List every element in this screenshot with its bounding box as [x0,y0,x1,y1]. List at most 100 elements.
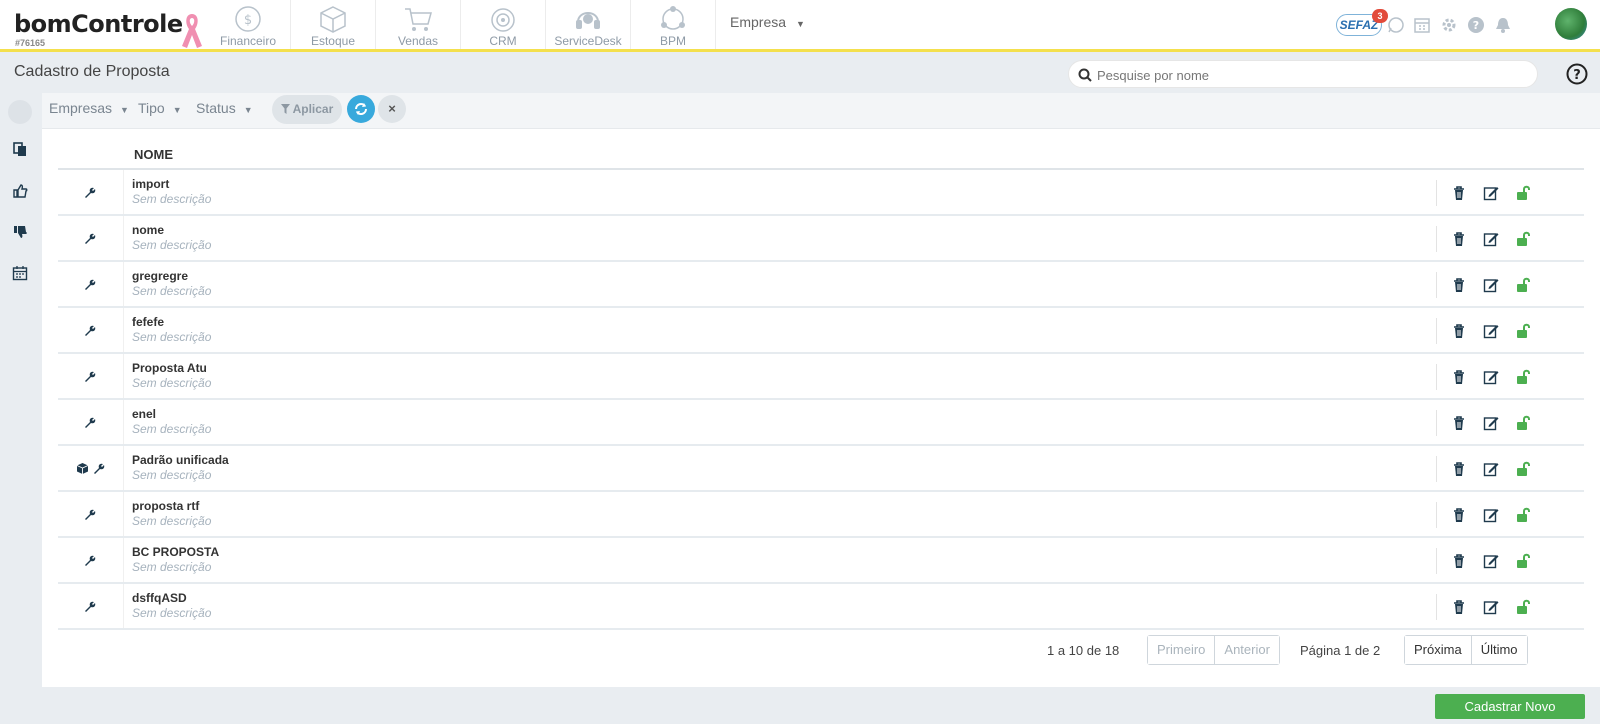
page-help-icon[interactable]: ? [1566,63,1588,85]
row-name[interactable]: dsffqASD [132,591,187,605]
row-name[interactable]: proposta rtf [132,499,199,513]
row-name[interactable]: Padrão unificada [132,453,229,467]
module-financeiro[interactable]: $ Financeiro [206,0,291,49]
edit-icon[interactable] [1483,323,1499,339]
table-row[interactable]: proposta rtf Sem descrição [58,492,1584,538]
previous-page-button[interactable]: Anterior [1215,636,1279,664]
edit-icon[interactable] [1483,599,1499,615]
unlock-icon[interactable] [1515,277,1531,293]
calendar-icon[interactable] [12,265,28,281]
table-row[interactable]: nome Sem descrição [58,216,1584,262]
gear-icon[interactable] [1440,16,1458,34]
trash-icon[interactable] [1451,231,1467,247]
row-name[interactable]: import [132,177,169,191]
table-row[interactable]: gregregre Sem descrição [58,262,1584,308]
unlock-icon[interactable] [1515,231,1531,247]
thumbs-down-icon[interactable] [12,224,28,240]
user-avatar[interactable] [1555,8,1587,40]
copy-icon[interactable] [12,141,28,157]
row-name[interactable]: BC PROPOSTA [132,545,219,559]
trash-icon[interactable] [1451,185,1467,201]
row-name[interactable]: fefefe [132,315,164,329]
unlock-icon[interactable] [1515,415,1531,431]
brand-logo[interactable]: bomControle #76165 [14,10,183,48]
trash-icon[interactable] [1451,599,1467,615]
trash-icon[interactable] [1451,553,1467,569]
filter-status[interactable]: Status ▼ [196,100,253,116]
calendar-icon[interactable] [1413,16,1431,34]
module-crm[interactable]: CRM [461,0,546,49]
module-estoque[interactable]: Estoque [291,0,376,49]
unlock-icon[interactable] [1515,599,1531,615]
filter-tipo[interactable]: Tipo ▼ [138,100,182,116]
edit-icon[interactable] [1483,185,1499,201]
edit-icon[interactable] [1483,507,1499,523]
unlock-icon[interactable] [1515,461,1531,477]
wrench-icon[interactable] [93,462,106,475]
trash-icon[interactable] [1451,461,1467,477]
row-name[interactable]: nome [132,223,164,237]
wrench-icon[interactable] [84,232,97,245]
last-page-button[interactable]: Último [1471,636,1527,664]
search-input[interactable] [1097,65,1517,85]
module-vendas[interactable]: Vendas [376,0,461,49]
row-type-icons [58,446,124,490]
back-button[interactable] [8,100,32,124]
wrench-icon[interactable] [84,186,97,199]
unlock-icon[interactable] [1515,369,1531,385]
clear-filter-button[interactable]: × [378,95,406,123]
wrench-icon[interactable] [84,508,97,521]
filter-label: Status [196,100,236,116]
bell-icon[interactable] [1494,16,1512,34]
wrench-icon[interactable] [84,324,97,337]
row-name[interactable]: enel [132,407,156,421]
whatsapp-icon[interactable] [1387,16,1405,34]
trash-icon[interactable] [1451,323,1467,339]
module-servicedesk[interactable]: ServiceDesk [546,0,631,49]
row-name[interactable]: gregregre [132,269,188,283]
trash-icon[interactable] [1451,415,1467,431]
trash-icon[interactable] [1451,507,1467,523]
edit-icon[interactable] [1483,461,1499,477]
search-box[interactable] [1068,60,1538,88]
wrench-icon[interactable] [84,370,97,383]
wrench-icon[interactable] [84,416,97,429]
trash-icon[interactable] [1451,277,1467,293]
thumbs-up-icon[interactable] [12,183,28,199]
svg-text:?: ? [1473,19,1479,32]
edit-icon[interactable] [1483,231,1499,247]
trash-icon[interactable] [1451,369,1467,385]
table-row[interactable]: enel Sem descrição [58,400,1584,446]
row-name[interactable]: Proposta Atu [132,361,207,375]
wrench-icon[interactable] [84,600,97,613]
filter-label: Empresas [49,100,113,116]
table-row[interactable]: Padrão unificada Sem descrição [58,446,1584,492]
first-page-button[interactable]: Primeiro [1148,636,1216,664]
unlock-icon[interactable] [1515,185,1531,201]
table-row[interactable]: dsffqASD Sem descrição [58,584,1584,630]
next-page-button[interactable]: Próxima [1405,636,1472,664]
apply-filter-button[interactable]: Aplicar [272,95,342,124]
unlock-icon[interactable] [1515,323,1531,339]
edit-icon[interactable] [1483,553,1499,569]
refresh-button[interactable] [347,95,375,123]
edit-icon[interactable] [1483,415,1499,431]
table-row[interactable]: BC PROPOSTA Sem descrição [58,538,1584,584]
edit-icon[interactable] [1483,369,1499,385]
unlock-icon[interactable] [1515,553,1531,569]
wrench-icon[interactable] [84,278,97,291]
create-new-button[interactable]: Cadastrar Novo [1435,694,1585,719]
box-icon[interactable] [76,462,89,475]
unlock-icon[interactable] [1515,507,1531,523]
table-row[interactable]: fefefe Sem descrição [58,308,1584,354]
edit-icon[interactable] [1483,277,1499,293]
wrench-icon[interactable] [84,554,97,567]
help-circle-icon[interactable]: ? [1467,16,1485,34]
empresa-dropdown[interactable]: Empresa ▼ [730,14,805,30]
pagination-prev-group: Primeiro Anterior [1147,635,1280,665]
sefaz-button[interactable]: SEFAZ 3 [1336,9,1388,36]
table-row[interactable]: import Sem descrição [58,170,1584,216]
filter-empresas[interactable]: Empresas ▼ [49,100,129,116]
table-row[interactable]: Proposta Atu Sem descrição [58,354,1584,400]
module-bpm[interactable]: BPM [631,0,716,49]
